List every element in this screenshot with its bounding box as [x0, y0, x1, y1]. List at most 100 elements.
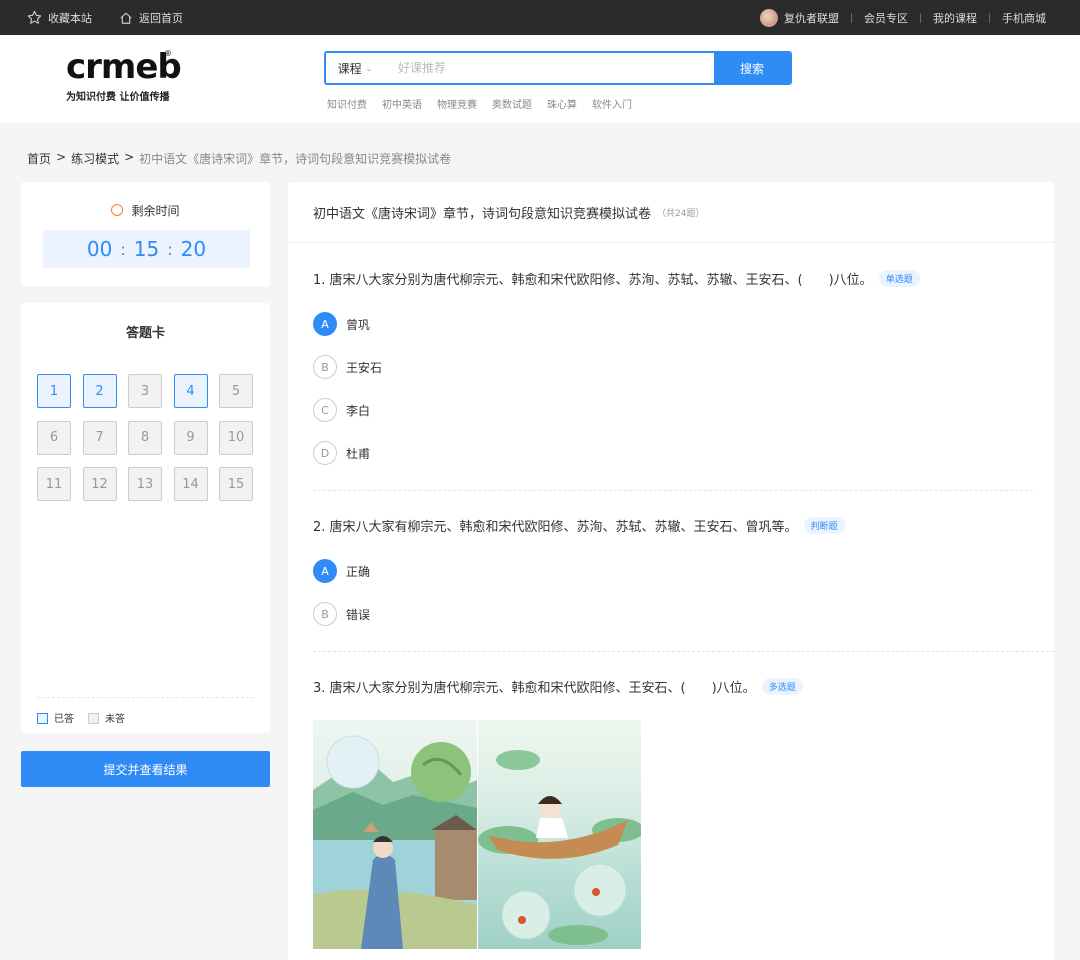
user-name[interactable]: 复仇者联盟 — [784, 10, 839, 26]
answer-card-grid: 1 2 3 4 5 6 7 8 9 10 11 12 13 14 15 — [37, 374, 253, 501]
option-letter: C — [313, 398, 337, 422]
answer-card-cell-12[interactable]: 12 — [82, 467, 117, 501]
question-illustration-scholar — [313, 720, 477, 949]
question-3: 3. 唐宋八大家分别为唐代柳宗元、韩愈和宋代欧阳修、王安石、( )八位。 多选题 — [313, 677, 803, 696]
question-divider — [313, 490, 1033, 491]
option-letter: B — [313, 355, 337, 379]
countdown: 00 : 15 : 20 — [43, 230, 250, 268]
favorite-link[interactable]: 收藏本站 — [27, 0, 92, 35]
answer-card-cell-1[interactable]: 1 — [37, 374, 71, 408]
question-type-tag: 判断题 — [803, 517, 845, 534]
question-type-tag: 单选题 — [878, 270, 920, 287]
divider — [851, 12, 852, 23]
breadcrumb-separator: > — [56, 150, 67, 164]
paper-header: 初中语文《唐诗宋词》章节，诗词句段意知识竞赛模拟试卷 （共24题） — [288, 182, 1054, 243]
answer-card-cell-8[interactable]: 8 — [128, 420, 162, 455]
avatar[interactable] — [760, 8, 778, 27]
question-text: 2. 唐宋八大家有柳宗元、韩愈和宋代欧阳修、苏洵、苏轼、苏辙、王安石、曾巩等。 — [313, 520, 798, 535]
answer-card-cell-6[interactable]: 6 — [37, 420, 71, 455]
option-1-d[interactable]: D 杜甫 — [313, 441, 370, 465]
paper-title: 初中语文《唐诗宋词》章节，诗词句段意知识竞赛模拟试卷 — [313, 206, 652, 222]
registered-mark: ® — [164, 49, 172, 58]
divider — [920, 12, 921, 23]
hot-keyword[interactable]: 珠心算 — [547, 96, 577, 111]
hot-keyword[interactable]: 初中英语 — [382, 96, 422, 111]
answer-card: 答题卡 1 2 3 4 5 6 7 8 9 10 11 12 13 14 15 已答 未答 — [21, 303, 270, 733]
timer-label: 剩余时间 — [131, 204, 180, 218]
option-letter: D — [313, 441, 337, 465]
legend-answered: 已答 — [37, 710, 74, 725]
member-zone-link[interactable]: 会员专区 — [864, 10, 908, 26]
answer-card-cell-3[interactable]: 3 — [128, 374, 162, 408]
breadcrumb-separator: > — [124, 150, 135, 164]
legend-unanswered-label: 未答 — [105, 714, 125, 725]
breadcrumb-home[interactable]: 首页 — [27, 150, 51, 167]
hot-keyword[interactable]: 物理竞赛 — [437, 96, 477, 111]
breadcrumb-mode[interactable]: 练习模式 — [71, 150, 119, 167]
countdown-colon: : — [120, 239, 126, 259]
countdown-colon: : — [167, 239, 173, 259]
question-illustration-boat — [478, 720, 641, 949]
option-letter: A — [313, 312, 337, 336]
option-letter: B — [313, 602, 337, 626]
answer-card-cell-13[interactable]: 13 — [128, 467, 162, 501]
answer-legend: 已答 未答 — [37, 710, 125, 725]
star-icon — [27, 10, 42, 24]
header: crmeb ® 为知识付费 让价值传播 课程 ⌄ 搜索 知识付费 初中英语 物理… — [0, 35, 1080, 123]
unanswered-swatch — [88, 713, 99, 724]
home-icon — [120, 12, 132, 24]
option-text: 曾巩 — [346, 317, 371, 332]
hot-keyword[interactable]: 知识付费 — [327, 96, 367, 111]
option-2-b[interactable]: B 错误 — [313, 602, 370, 626]
alarm-clock-icon — [111, 204, 124, 216]
answer-card-cell-10[interactable]: 10 — [219, 420, 253, 455]
countdown-seconds: 20 — [180, 237, 207, 261]
question-1: 1. 唐宋八大家分别为唐代柳宗元、韩愈和宋代欧阳修、苏洵、苏轼、苏辙、王安石、(… — [313, 269, 920, 288]
legend-answered-label: 已答 — [54, 714, 74, 725]
back-home-link[interactable]: 返回首页 — [119, 0, 183, 35]
question-divider — [313, 651, 1054, 652]
hot-keyword[interactable]: 奥数试题 — [492, 96, 532, 111]
top-bar: 收藏本站 返回首页 复仇者联盟 会员专区 我的课程 手机商城 — [0, 0, 1080, 35]
option-text: 正确 — [346, 564, 371, 579]
search-input[interactable] — [384, 53, 714, 83]
countdown-minutes: 15 — [133, 237, 160, 261]
hot-keyword[interactable]: 软件入门 — [592, 96, 632, 111]
favorite-label: 收藏本站 — [48, 11, 92, 25]
option-1-b[interactable]: B 王安石 — [313, 355, 382, 379]
option-1-c[interactable]: C 李白 — [313, 398, 370, 422]
logo-slogan: 为知识付费 让价值传播 — [66, 92, 170, 103]
my-courses-link[interactable]: 我的课程 — [933, 10, 977, 26]
answer-card-cell-15[interactable]: 15 — [219, 467, 253, 501]
divider — [989, 12, 990, 23]
logo[interactable]: crmeb ® 为知识付费 让价值传播 — [66, 49, 186, 103]
paper-panel: 初中语文《唐诗宋词》章节，诗词句段意知识竞赛模拟试卷 （共24题） 1. 唐宋八… — [288, 182, 1054, 960]
option-text: 王安石 — [346, 360, 383, 375]
option-1-a[interactable]: A 曾巩 — [313, 312, 370, 336]
question-2: 2. 唐宋八大家有柳宗元、韩愈和宋代欧阳修、苏洵、苏轼、苏辙、王安石、曾巩等。 … — [313, 516, 845, 535]
breadcrumb-current: 初中语文《唐诗宋词》章节，诗词句段意知识竞赛模拟试卷 — [139, 152, 452, 166]
answered-swatch — [37, 713, 48, 724]
mobile-mall-link[interactable]: 手机商城 — [1002, 10, 1046, 26]
answer-card-cell-14[interactable]: 14 — [173, 467, 208, 501]
search-category-select[interactable]: 课程 ⌄ — [326, 53, 384, 83]
legend-unanswered: 未答 — [88, 710, 125, 725]
divider — [37, 697, 254, 698]
question-text: 3. 唐宋八大家分别为唐代柳宗元、韩愈和宋代欧阳修、王安石、( )八位。 — [313, 681, 756, 696]
answer-card-title: 答题卡 — [125, 326, 165, 341]
search-category-label: 课程 — [337, 61, 362, 76]
answer-card-cell-2[interactable]: 2 — [82, 374, 117, 408]
submit-button[interactable]: 提交并查看结果 — [21, 751, 270, 787]
answer-card-cell-4[interactable]: 4 — [173, 374, 208, 408]
answer-card-cell-11[interactable]: 11 — [37, 467, 71, 501]
option-letter: A — [313, 559, 337, 583]
search-button[interactable]: 搜索 — [714, 53, 790, 83]
option-text: 错误 — [346, 607, 371, 622]
hot-keywords: 知识付费 初中英语 物理竞赛 奥数试题 珠心算 软件入门 — [327, 96, 632, 111]
chevron-down-icon: ⌄ — [365, 63, 373, 73]
answer-card-cell-5[interactable]: 5 — [219, 374, 253, 408]
answer-card-cell-7[interactable]: 7 — [82, 420, 117, 455]
option-2-a[interactable]: A 正确 — [313, 559, 370, 583]
search-bar: 课程 ⌄ 搜索 — [324, 51, 792, 85]
answer-card-cell-9[interactable]: 9 — [173, 420, 208, 455]
